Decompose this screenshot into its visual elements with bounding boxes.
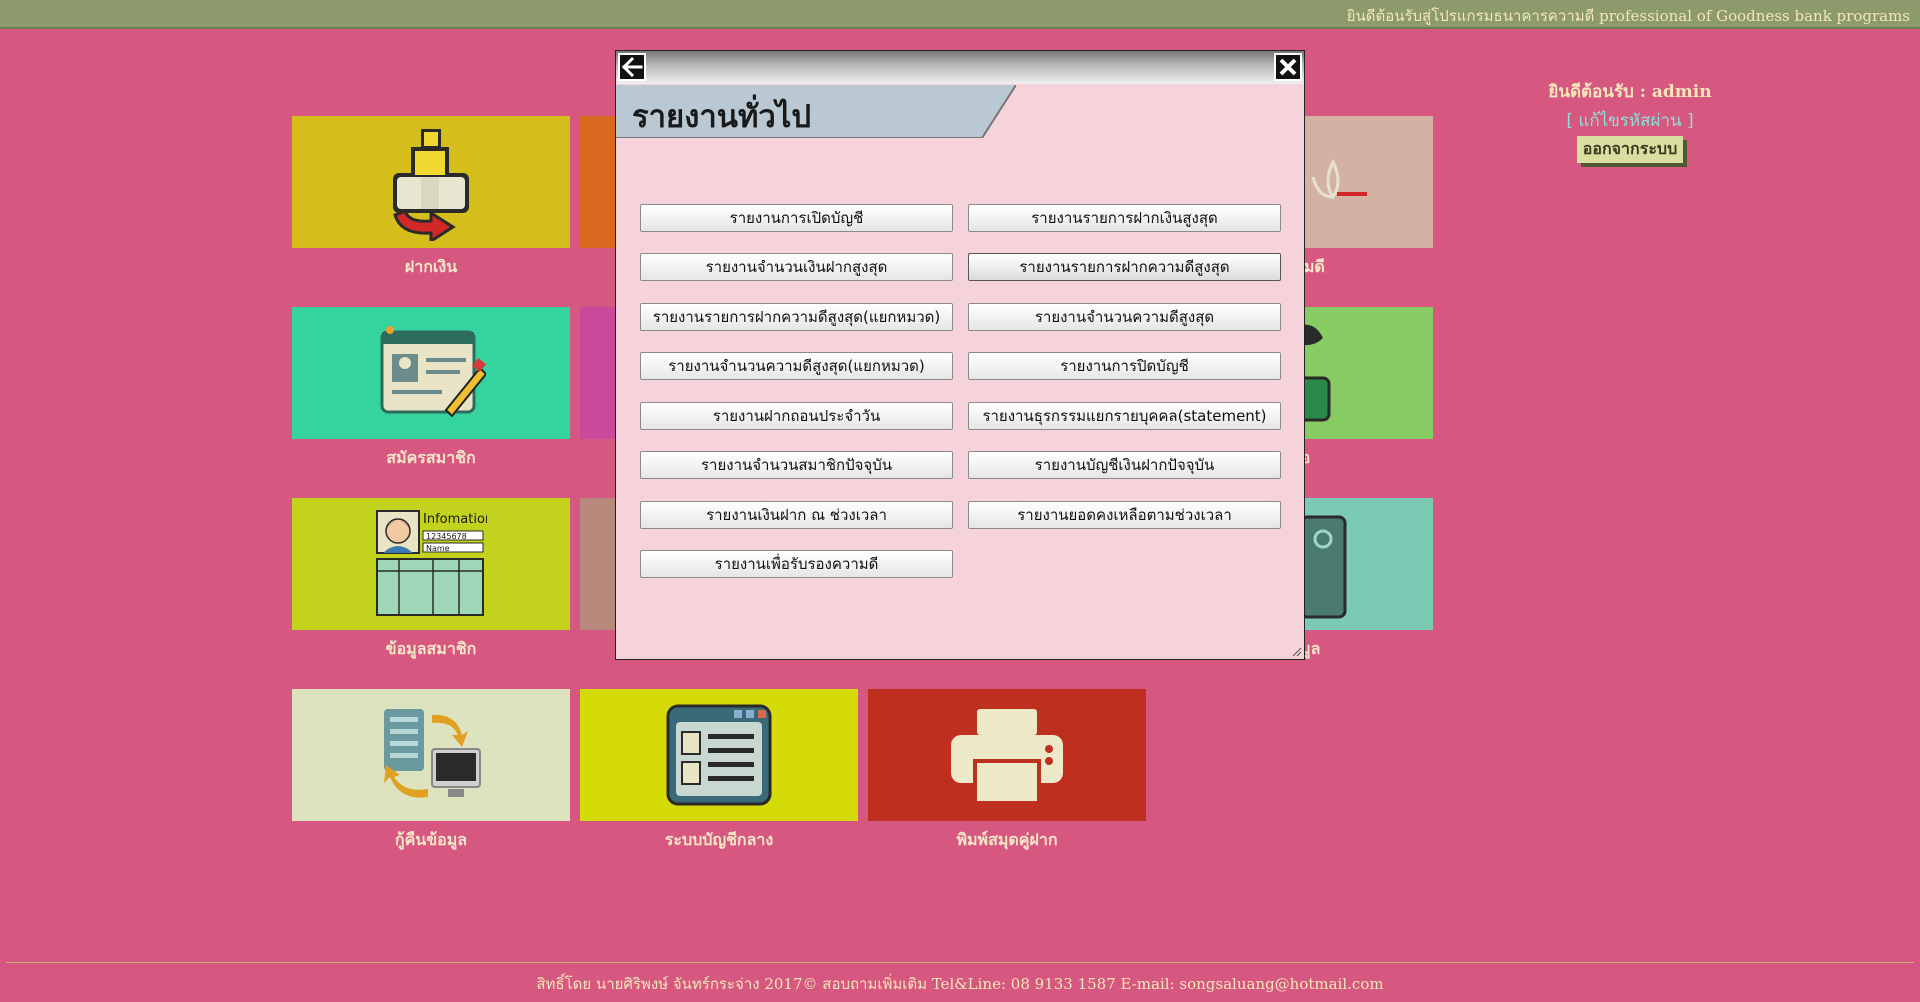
report-max-deposit-amount-button[interactable]: รายงานจำนวนเงินฝากสูงสุด	[640, 253, 953, 281]
tile-deposit-label: ฝากเงิน	[404, 257, 458, 276]
top-banner: ยินดีต้อนรับสู่โปรแกรมธนาคารความดี profe…	[0, 0, 1920, 29]
restore-data-icon	[384, 709, 481, 798]
report-max-goodness-deposit-by-category-button[interactable]: รายงานรายการฝากความดีสูงสุด(แยกหมวด)	[640, 303, 953, 331]
tile-deposit[interactable]	[292, 116, 570, 248]
report-goodness-certification-button[interactable]: รายงานเพื่อรับรองความดี	[640, 550, 953, 578]
footer-divider	[6, 962, 1914, 963]
resize-handle-icon[interactable]	[1292, 647, 1302, 657]
dialog-titlebar	[616, 51, 1304, 84]
tile-print-passbook-label: พิมพ์สมุดคู่ฝาก	[956, 830, 1058, 849]
report-max-goodness-deposit-button[interactable]: รายงานรายการฝากความดีสูงสุด	[968, 253, 1281, 281]
report-max-goodness-amount-button[interactable]: รายงานจำนวนความดีสูงสุด	[968, 303, 1281, 331]
money-deposit-icon	[393, 129, 469, 241]
tile-print-passbook[interactable]	[868, 689, 1146, 821]
tile-register[interactable]	[292, 307, 570, 439]
tile-restore[interactable]	[292, 689, 570, 821]
general-report-dialog: รายงานทั่วไป รายงานการเปิดบัญชี รายงานจำ…	[615, 50, 1305, 660]
report-current-deposit-accounts-button[interactable]: รายงานบัญชีเงินฝากปัจจุบัน	[968, 451, 1281, 479]
footer-text: สิทธิ์โดย นายศิริพงษ์ จันทร์กระจ่าง 2017…	[536, 975, 1384, 993]
report-statement-button[interactable]: รายงานธุรกรรมแยกรายบุคคล(statement)	[968, 402, 1281, 430]
close-icon	[1279, 58, 1297, 76]
report-current-members-button[interactable]: รายงานจำนวนสมาชิกปัจจุบัน	[640, 451, 953, 479]
info-icon-title: Infomation	[423, 512, 487, 527]
tile-register-label: สมัครสมาชิก	[386, 448, 476, 467]
user-panel: ยินดีต้อนรับ : admin [ แก้ไขรหัสผ่าน ] อ…	[1540, 78, 1720, 163]
report-balance-by-period-button[interactable]: รายงานยอดคงเหลือตามช่วงเวลา	[968, 501, 1281, 529]
dialog-title: รายงานทั่วไป	[632, 99, 812, 135]
close-button[interactable]	[1274, 53, 1302, 81]
welcome-banner-text: ยินดีต้อนรับสู่โปรแกรมธนาคารความดี profe…	[1346, 7, 1910, 25]
change-password-link[interactable]: [ แก้ไขรหัสผ่าน ]	[1540, 107, 1720, 134]
member-info-icon: Infomation 12345678 Name	[376, 510, 487, 616]
report-max-money-deposit-button[interactable]: รายงานรายการฝากเงินสูงสุด	[968, 204, 1281, 232]
tile-member-info-label: ข้อมูลสมาชิก	[385, 639, 477, 658]
printer-icon	[951, 709, 1063, 805]
tile-member-info[interactable]: Infomation 12345678 Name	[292, 498, 570, 630]
register-card-icon	[380, 326, 486, 418]
tile-central-ledger-label: ระบบบัญชีกลาง	[664, 830, 774, 849]
central-ledger-icon	[666, 704, 772, 806]
report-max-goodness-amount-by-category-button[interactable]: รายงานจำนวนความดีสูงสุด(แยกหมวด)	[640, 352, 953, 380]
logout-button[interactable]: ออกจากระบบ	[1576, 136, 1684, 163]
user-welcome-text: ยินดีต้อนรับ : admin	[1548, 82, 1712, 102]
tile-restore-label: กู้คืนข้อมูล	[394, 830, 468, 849]
report-close-account-button[interactable]: รายงานการปิดบัญชี	[968, 352, 1281, 380]
tile-central-ledger[interactable]	[580, 689, 858, 821]
report-open-account-button[interactable]: รายงานการเปิดบัญชี	[640, 204, 953, 232]
report-deposit-by-period-button[interactable]: รายงานเงินฝาก ณ ช่วงเวลา	[640, 501, 953, 529]
back-button[interactable]	[618, 53, 646, 81]
info-icon-name: Name	[426, 544, 450, 553]
back-arrow-icon	[621, 56, 643, 78]
info-icon-number: 12345678	[426, 532, 467, 541]
lotus-icon	[1311, 158, 1367, 200]
report-daily-transactions-button[interactable]: รายงานฝากถอนประจำวัน	[640, 402, 953, 430]
